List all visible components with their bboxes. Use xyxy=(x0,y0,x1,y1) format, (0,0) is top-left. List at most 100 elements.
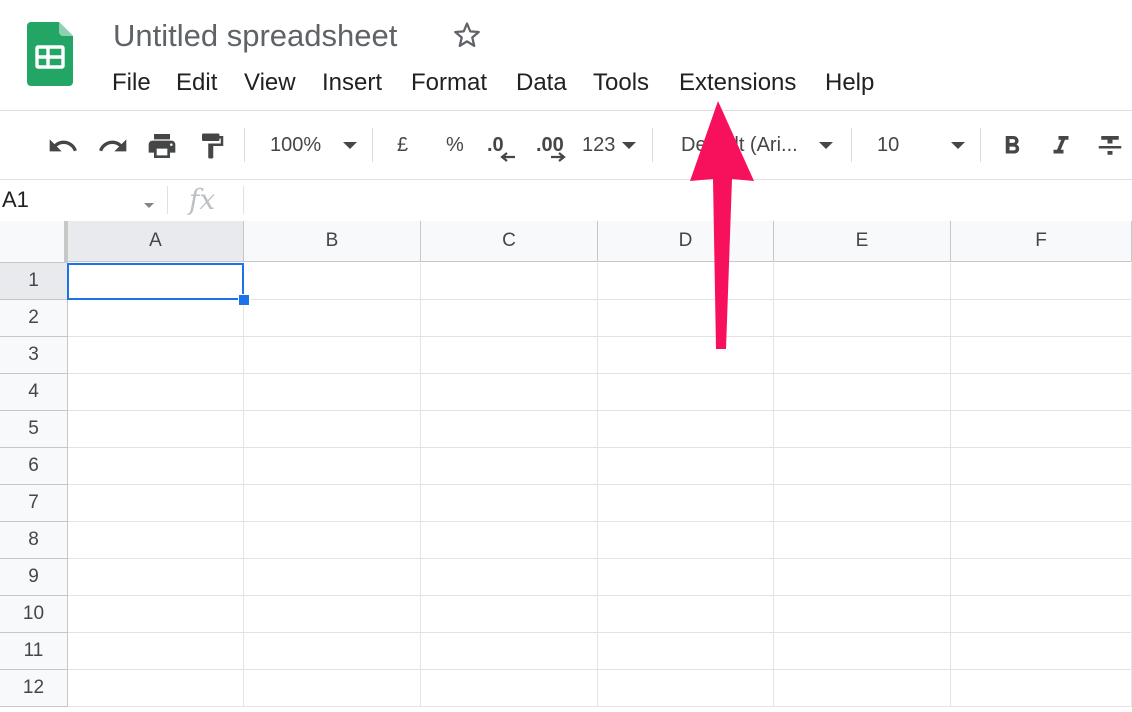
cell-a6[interactable] xyxy=(68,448,244,485)
cell-b1[interactable] xyxy=(244,263,421,300)
cell-f9[interactable] xyxy=(951,559,1132,596)
cell-e6[interactable] xyxy=(774,448,951,485)
cell-e12[interactable] xyxy=(774,670,951,707)
cell-f6[interactable] xyxy=(951,448,1132,485)
cell-d7[interactable] xyxy=(598,485,774,522)
menu-tools[interactable]: Tools xyxy=(593,68,649,98)
row-header-5[interactable]: 5 xyxy=(0,411,68,448)
name-box[interactable]: A1 xyxy=(2,186,29,214)
menu-help[interactable]: Help xyxy=(825,68,874,98)
menu-insert[interactable]: Insert xyxy=(322,68,382,98)
cell-a12[interactable] xyxy=(68,670,244,707)
font-size-select[interactable]: 10 xyxy=(877,132,899,158)
more-formats-button[interactable]: 123 xyxy=(582,132,615,158)
cell-b6[interactable] xyxy=(244,448,421,485)
cell-c8[interactable] xyxy=(421,522,598,559)
cell-a5[interactable] xyxy=(68,411,244,448)
cell-c5[interactable] xyxy=(421,411,598,448)
menu-view[interactable]: View xyxy=(244,68,296,98)
cell-e9[interactable] xyxy=(774,559,951,596)
cell-a8[interactable] xyxy=(68,522,244,559)
cell-b2[interactable] xyxy=(244,300,421,337)
cell-b8[interactable] xyxy=(244,522,421,559)
fill-handle[interactable] xyxy=(238,294,250,306)
row-header-7[interactable]: 7 xyxy=(0,485,68,522)
undo-icon[interactable] xyxy=(45,128,81,164)
font-family-dropdown-icon[interactable] xyxy=(816,136,836,156)
cell-f3[interactable] xyxy=(951,337,1132,374)
cell-b9[interactable] xyxy=(244,559,421,596)
cell-b5[interactable] xyxy=(244,411,421,448)
cell-f7[interactable] xyxy=(951,485,1132,522)
cell-f5[interactable] xyxy=(951,411,1132,448)
percent-button[interactable]: % xyxy=(446,132,464,158)
cell-e1[interactable] xyxy=(774,263,951,300)
menu-edit[interactable]: Edit xyxy=(176,68,217,98)
cell-a10[interactable] xyxy=(68,596,244,633)
strikethrough-icon[interactable] xyxy=(1093,128,1127,164)
document-title[interactable]: Untitled spreadsheet xyxy=(113,16,397,56)
menu-extensions[interactable]: Extensions xyxy=(679,68,796,98)
cell-e2[interactable] xyxy=(774,300,951,337)
menu-data[interactable]: Data xyxy=(516,68,567,98)
cell-c6[interactable] xyxy=(421,448,598,485)
currency-button[interactable]: £ xyxy=(397,132,408,158)
column-header-c[interactable]: C xyxy=(421,221,598,262)
cell-f1[interactable] xyxy=(951,263,1132,300)
bold-icon[interactable] xyxy=(995,128,1029,164)
cell-d10[interactable] xyxy=(598,596,774,633)
cell-f10[interactable] xyxy=(951,596,1132,633)
select-all-corner[interactable] xyxy=(0,221,68,263)
cell-e11[interactable] xyxy=(774,633,951,670)
cell-a11[interactable] xyxy=(68,633,244,670)
cell-c10[interactable] xyxy=(421,596,598,633)
sheets-logo-icon[interactable] xyxy=(27,22,73,86)
cell-b10[interactable] xyxy=(244,596,421,633)
cell-d12[interactable] xyxy=(598,670,774,707)
name-box-dropdown-icon[interactable] xyxy=(143,197,155,215)
cell-b4[interactable] xyxy=(244,374,421,411)
cell-f4[interactable] xyxy=(951,374,1132,411)
cell-e8[interactable] xyxy=(774,522,951,559)
column-header-a[interactable]: A xyxy=(68,221,244,262)
row-header-10[interactable]: 10 xyxy=(0,596,68,633)
selected-cell-outline[interactable] xyxy=(67,263,244,300)
cell-d4[interactable] xyxy=(598,374,774,411)
cell-c11[interactable] xyxy=(421,633,598,670)
cell-c2[interactable] xyxy=(421,300,598,337)
font-size-dropdown-icon[interactable] xyxy=(948,136,968,156)
cell-a4[interactable] xyxy=(68,374,244,411)
cell-f12[interactable] xyxy=(951,670,1132,707)
cell-c9[interactable] xyxy=(421,559,598,596)
cell-e7[interactable] xyxy=(774,485,951,522)
cell-a2[interactable] xyxy=(68,300,244,337)
zoom-dropdown-icon[interactable] xyxy=(340,136,360,156)
menu-file[interactable]: File xyxy=(112,68,151,98)
row-header-11[interactable]: 11 xyxy=(0,633,68,670)
cell-c1[interactable] xyxy=(421,263,598,300)
column-header-b[interactable]: B xyxy=(244,221,421,262)
cell-c4[interactable] xyxy=(421,374,598,411)
cell-c12[interactable] xyxy=(421,670,598,707)
cell-d8[interactable] xyxy=(598,522,774,559)
cell-c7[interactable] xyxy=(421,485,598,522)
row-header-9[interactable]: 9 xyxy=(0,559,68,596)
cell-e4[interactable] xyxy=(774,374,951,411)
column-header-f[interactable]: F xyxy=(951,221,1132,262)
cell-f2[interactable] xyxy=(951,300,1132,337)
cell-b12[interactable] xyxy=(244,670,421,707)
row-header-1[interactable]: 1 xyxy=(0,263,68,300)
cell-e10[interactable] xyxy=(774,596,951,633)
row-header-2[interactable]: 2 xyxy=(0,300,68,337)
cell-c3[interactable] xyxy=(421,337,598,374)
row-header-8[interactable]: 8 xyxy=(0,522,68,559)
more-formats-dropdown-icon[interactable] xyxy=(619,136,639,156)
cell-f11[interactable] xyxy=(951,633,1132,670)
row-header-6[interactable]: 6 xyxy=(0,448,68,485)
star-icon[interactable] xyxy=(452,20,482,50)
cell-d6[interactable] xyxy=(598,448,774,485)
cell-a7[interactable] xyxy=(68,485,244,522)
row-header-4[interactable]: 4 xyxy=(0,374,68,411)
cell-d5[interactable] xyxy=(598,411,774,448)
cell-b11[interactable] xyxy=(244,633,421,670)
